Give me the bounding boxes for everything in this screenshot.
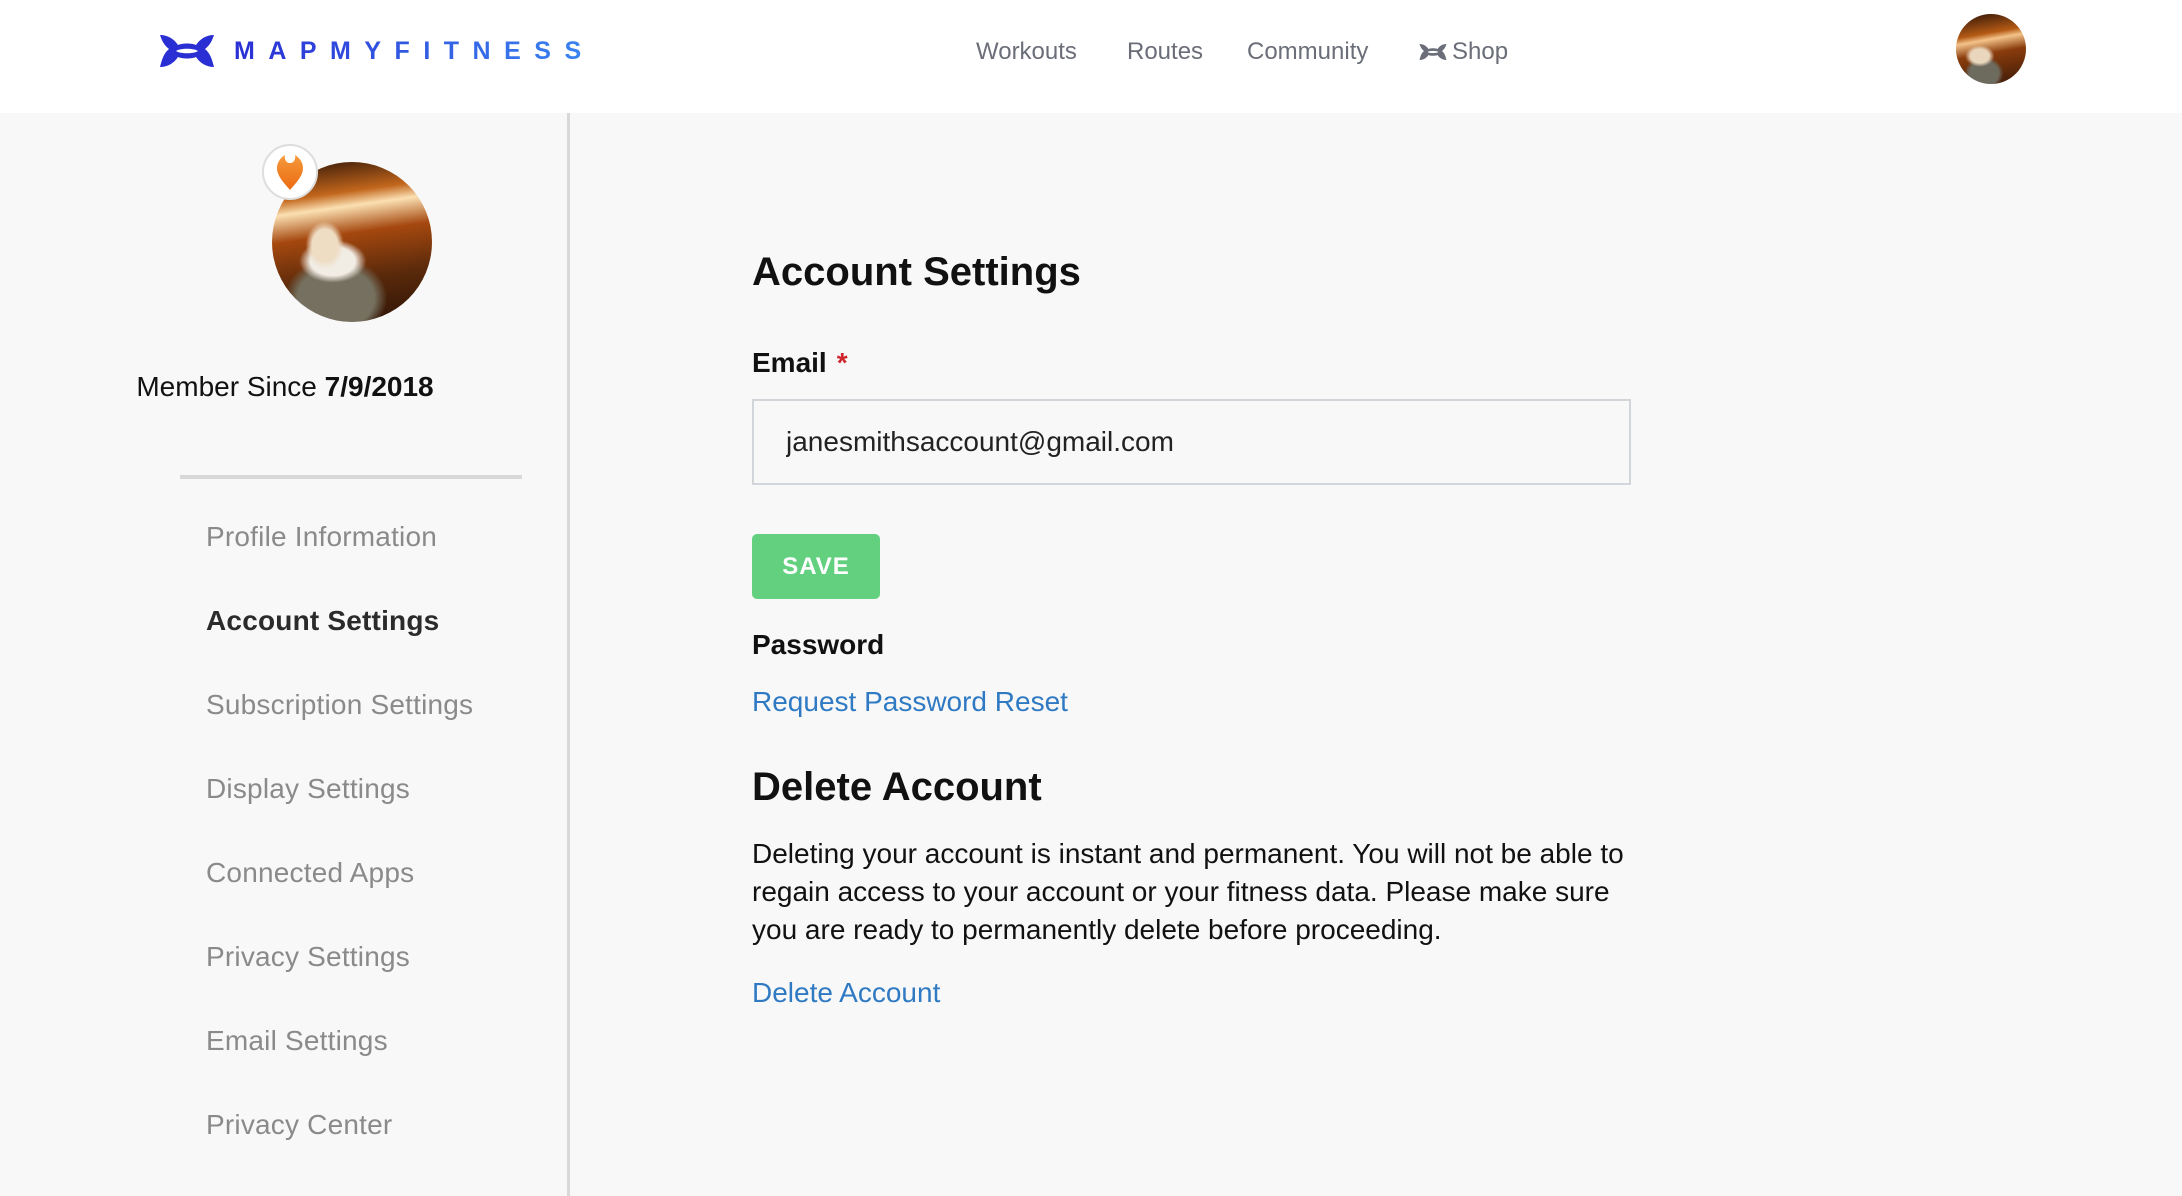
email-label-text: Email	[752, 347, 827, 378]
nav-workouts[interactable]: Workouts	[976, 38, 1077, 66]
request-password-reset-link[interactable]: Request Password Reset	[752, 686, 1068, 718]
top-header: MAPMYFITNESS Workouts Routes Community S…	[0, 0, 2182, 113]
sidebar-item-connected-apps[interactable]: Connected Apps	[206, 857, 414, 889]
nav-community[interactable]: Community	[1247, 38, 1368, 66]
password-label: Password	[752, 629, 885, 660]
nav-routes[interactable]: Routes	[1127, 38, 1203, 66]
member-since-label: Member Since	[136, 371, 317, 402]
nav-shop-label: Shop	[1452, 38, 1509, 65]
member-since: Member Since 7/9/2018	[0, 371, 570, 403]
nav-shop[interactable]: Shop	[1417, 38, 1508, 66]
settings-sidebar: Member Since 7/9/2018 Profile Informatio…	[0, 113, 570, 1196]
delete-account-link[interactable]: Delete Account	[752, 977, 940, 1009]
email-field[interactable]	[752, 399, 1631, 485]
delete-account-description: Deleting your account is instant and per…	[752, 838, 1624, 945]
sidebar-item-subscription-settings[interactable]: Subscription Settings	[206, 689, 473, 721]
email-label: Email *	[752, 347, 848, 379]
location-badge	[262, 144, 318, 200]
delete-account-heading: Delete Account	[752, 765, 1042, 809]
sidebar-item-profile-information[interactable]: Profile Information	[206, 521, 437, 553]
sidebar-item-display-settings[interactable]: Display Settings	[206, 773, 410, 805]
under-armour-logo-icon	[1419, 44, 1447, 60]
page-title: Account Settings	[752, 250, 1081, 294]
location-pin-icon	[277, 155, 303, 190]
save-button[interactable]: SAVE	[752, 534, 880, 599]
member-since-date: 7/9/2018	[324, 371, 434, 402]
sidebar-item-email-settings[interactable]: Email Settings	[206, 1025, 388, 1057]
user-avatar[interactable]	[1956, 14, 2026, 84]
sidebar-item-privacy-center[interactable]: Privacy Center	[206, 1109, 392, 1141]
mapmyfitness-logo[interactable]: MAPMYFITNESS	[158, 33, 595, 69]
required-indicator: *	[836, 347, 848, 378]
under-armour-logo-icon	[160, 35, 214, 67]
brand-name: MAPMYFITNESS	[234, 36, 595, 65]
sidebar-item-account-settings[interactable]: Account Settings	[206, 605, 439, 637]
sidebar-divider	[180, 475, 522, 479]
sidebar-item-privacy-settings[interactable]: Privacy Settings	[206, 941, 410, 973]
